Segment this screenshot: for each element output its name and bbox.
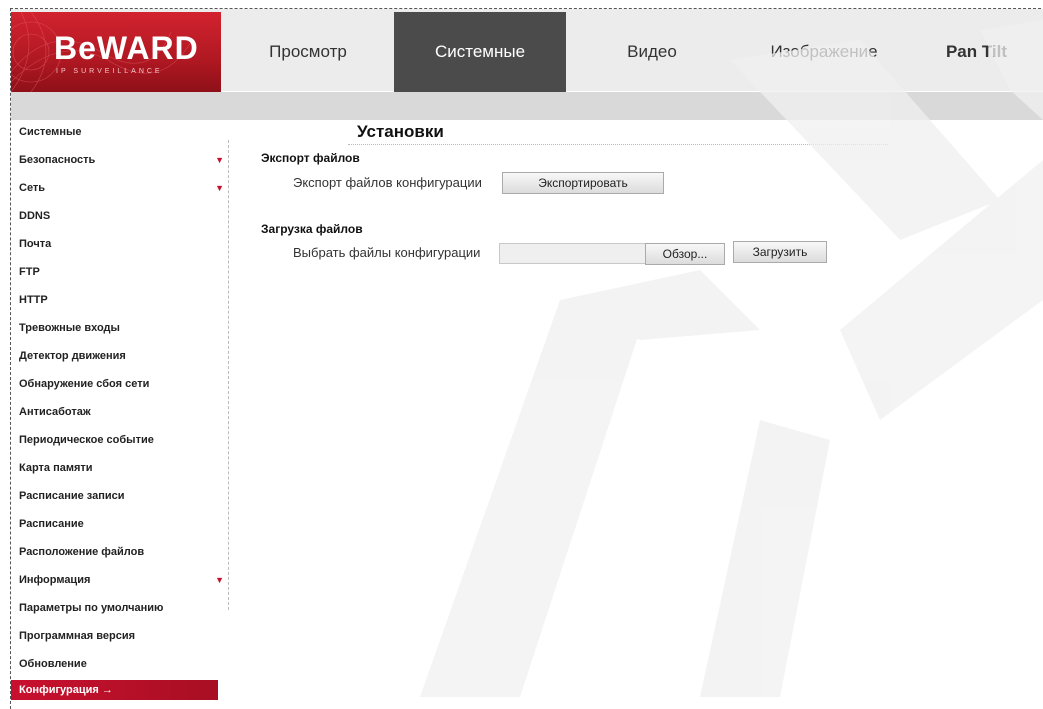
sidebar-item-defaults[interactable]: Параметры по умолчанию [19, 598, 224, 618]
sidebar-item-label: Карта памяти [19, 462, 93, 474]
sidebar-item-label: Сеть [19, 182, 46, 194]
tab-image[interactable]: Изображение [738, 12, 910, 92]
sidebar-item-network-failure[interactable]: Обнаружение сбоя сети [19, 374, 224, 394]
file-path-field[interactable] [499, 243, 646, 264]
sidebar-item-security[interactable]: Безопасность ▼ [19, 150, 224, 170]
upload-button[interactable]: Загрузить [733, 241, 827, 263]
tab-label: Просмотр [269, 42, 347, 61]
sidebar-divider [228, 140, 229, 610]
export-label: Экспорт файлов конфигурации [293, 175, 482, 190]
expand-arrow-icon[interactable]: ▼ [215, 178, 224, 198]
sidebar-item-label: Тревожные входы [19, 322, 120, 334]
sidebar-item-label: FTP [19, 266, 40, 278]
sidebar-item-system[interactable]: Системные [19, 122, 224, 142]
sidebar-item-configuration[interactable]: Конфигурация → [11, 680, 218, 700]
tab-system[interactable]: Системные [394, 12, 566, 92]
sidebar-item-label: Системные [19, 126, 82, 138]
sidebar-item-tampering[interactable]: Антисаботаж [19, 402, 224, 422]
tab-video[interactable]: Видео [566, 12, 738, 92]
page-title: Установки [357, 122, 444, 141]
sidebar-item-label: Расположение файлов [19, 546, 145, 558]
sidebar-item-memory-card[interactable]: Карта памяти [19, 458, 224, 478]
brand-logo: BeWARD IP SURVEILLANCE [11, 12, 221, 92]
sidebar-item-label: Периодическое событие [19, 434, 154, 446]
sidebar-item-schedule[interactable]: Расписание [19, 514, 224, 534]
sidebar-item-label: Расписание [19, 518, 84, 530]
title-divider [348, 144, 888, 145]
tab-label: Видео [627, 42, 677, 61]
brand-name: BeWARD [54, 30, 199, 66]
tab-label: Изображение [770, 42, 878, 61]
sidebar-item-label: Информация [19, 574, 91, 586]
export-section-title: Экспорт файлов [261, 151, 360, 165]
sidebar-item-file-location[interactable]: Расположение файлов [19, 542, 224, 562]
sidebar-item-label: Расписание записи [19, 490, 125, 502]
tab-label: Pan Tilt [945, 42, 1008, 61]
export-button[interactable]: Экспортировать [502, 172, 664, 194]
sidebar-item-label: Программная версия [19, 630, 136, 642]
sidebar-item-label: Безопасность [19, 154, 96, 166]
sidebar-item-record-schedule[interactable]: Расписание записи [19, 486, 224, 506]
sidebar-item-label: DDNS [19, 210, 51, 222]
sidebar-item-network[interactable]: Сеть ▼ [19, 178, 224, 198]
browse-button[interactable]: Обзор... [645, 243, 725, 265]
tab-view[interactable]: Просмотр [222, 12, 394, 92]
sidebar-item-motion-detection[interactable]: Детектор движения [19, 346, 224, 366]
sub-toolbar [11, 92, 1043, 120]
sidebar-item-ddns[interactable]: DDNS [19, 206, 224, 226]
sidebar-item-label: Обнаружение сбоя сети [19, 378, 150, 390]
sidebar-item-label: Параметры по умолчанию [19, 602, 164, 614]
tab-label: Системные [434, 42, 526, 61]
expand-arrow-icon[interactable]: ▼ [215, 570, 224, 590]
sidebar-item-label: Конфигурация → [19, 684, 113, 696]
sidebar-item-label: Детектор движения [19, 350, 126, 362]
sidebar-item-ftp[interactable]: FTP [19, 262, 224, 282]
sidebar: Системные Безопасность ▼ Сеть ▼ DDNS Почта… [11, 118, 232, 708]
sidebar-item-firmware-version[interactable]: Программная версия [19, 626, 224, 646]
sidebar-item-periodic-event[interactable]: Периодическое событие [19, 430, 224, 450]
sidebar-item-http[interactable]: HTTP [19, 290, 224, 310]
sidebar-item-label: HTTP [19, 294, 48, 306]
upload-label: Выбрать файлы конфигурации [293, 245, 481, 260]
sidebar-item-label: Почта [19, 238, 52, 250]
sidebar-item-label: Обновление [19, 658, 87, 670]
tab-pan-tilt[interactable]: Pan Tilt [910, 12, 1043, 92]
sidebar-item-label: Антисаботаж [19, 406, 91, 418]
upload-section-title: Загрузка файлов [261, 222, 363, 236]
brand-tagline: IP SURVEILLANCE [56, 68, 163, 75]
sidebar-item-mail[interactable]: Почта [19, 234, 224, 254]
expand-arrow-icon[interactable]: ▼ [215, 150, 224, 170]
sidebar-item-information[interactable]: Информация ▼ [19, 570, 224, 590]
sidebar-item-update[interactable]: Обновление [19, 654, 224, 674]
sidebar-item-alarm-inputs[interactable]: Тревожные входы [19, 318, 224, 338]
